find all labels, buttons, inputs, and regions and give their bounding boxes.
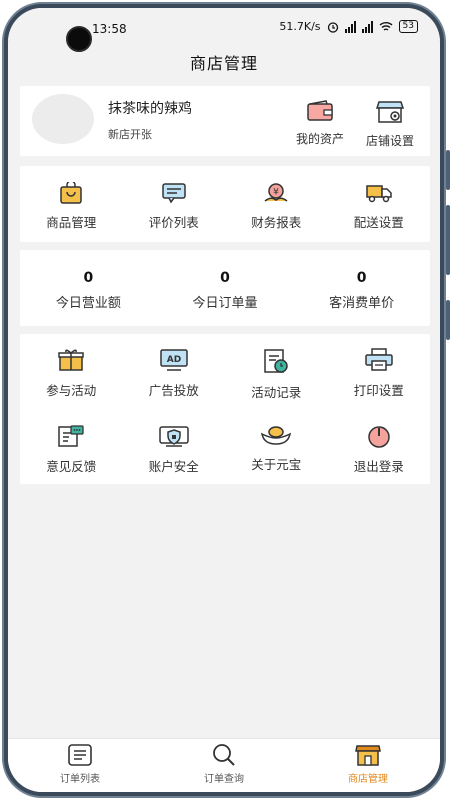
store-settings-button[interactable]: 店铺设置 <box>355 100 425 149</box>
feedback-label: 意见反馈 <box>46 459 97 474</box>
tab-order-list[interactable]: 订单列表 <box>8 739 152 792</box>
feedback-button[interactable]: 意见反馈 <box>20 424 123 490</box>
stat-value: 0 <box>83 270 94 286</box>
tab-order-list-label: 订单列表 <box>59 774 100 785</box>
net-speed: 51.7K/s <box>279 20 321 33</box>
store-card: 抹茶味的辣鸡 新店开张 我的资产 店铺设置 <box>20 86 430 156</box>
goods-management-label: 商品管理 <box>46 215 97 230</box>
activity-records-label: 活动记录 <box>251 385 302 400</box>
printer-icon <box>365 348 393 371</box>
signal-icon <box>344 20 356 33</box>
alarm-icon <box>327 21 339 33</box>
delivery-settings-label: 配送设置 <box>353 215 404 230</box>
order-list-icon <box>68 744 92 766</box>
signal-icon-2 <box>361 20 373 33</box>
join-activity-button[interactable]: 参与活动 <box>20 348 123 414</box>
feedback-icon <box>58 425 84 447</box>
store-status: 新店开张 <box>108 128 152 141</box>
stat-today-revenue: 0 今日营业额 <box>20 250 157 326</box>
stat-unit-price: 0 客消费单价 <box>293 250 430 326</box>
store-name: 抹茶味的辣鸡 <box>108 101 192 117</box>
page-title: 商店管理 <box>189 54 258 73</box>
menu-card: 参与活动 AD 广告投放 活动记录 打印设置 意见反馈 账户安全 关于元宝 退出… <box>20 334 430 484</box>
review-list-label: 评价列表 <box>148 215 199 230</box>
advertising-button[interactable]: AD 广告投放 <box>123 348 226 414</box>
delivery-truck-icon <box>366 185 392 203</box>
stat-label: 今日营业额 <box>55 296 121 311</box>
finance-icon: ¥ <box>264 183 288 202</box>
stats-card: 0 今日营业额 0 今日订单量 0 客消费单价 <box>20 250 430 326</box>
my-assets-button[interactable]: 我的资产 <box>285 100 355 147</box>
ad-icon: AD <box>160 349 188 371</box>
print-settings-button[interactable]: 打印设置 <box>328 348 431 414</box>
advertising-label: 广告投放 <box>148 383 199 398</box>
management-card: 商品管理 评价列表 ¥ 财务报表 配送设置 <box>20 166 430 242</box>
account-security-button[interactable]: 账户安全 <box>123 424 226 490</box>
stat-value: 0 <box>356 270 367 286</box>
logout-label: 退出登录 <box>353 459 404 474</box>
tab-store-management[interactable]: 商店管理 <box>296 739 440 792</box>
tab-store-management-label: 商店管理 <box>347 774 388 785</box>
wallet-icon <box>307 100 333 121</box>
account-security-icon <box>159 426 189 447</box>
status-bar: 13:58 51.7K/s 53 <box>8 8 440 52</box>
logout-button[interactable]: 退出登录 <box>328 424 431 490</box>
phone-mockup: 13:58 51.7K/s 53 商店管理 抹茶味的辣鸡 新店开张 我的资产 店… <box>0 0 450 800</box>
stat-label: 客消费单价 <box>329 296 395 311</box>
join-activity-label: 参与活动 <box>46 383 97 398</box>
page-header: 商店管理 <box>8 40 440 84</box>
activity-records-button[interactable]: 活动记录 <box>225 348 328 414</box>
goods-management-button[interactable]: 商品管理 <box>20 182 123 231</box>
battery-indicator: 53 <box>398 20 418 33</box>
stat-label: 今日订单量 <box>192 296 258 311</box>
svg-text:¥: ¥ <box>273 188 279 198</box>
screen: 13:58 51.7K/s 53 商店管理 抹茶味的辣鸡 新店开张 我的资产 店… <box>8 8 440 792</box>
volume-button <box>446 150 450 190</box>
svg-text:AD: AD <box>167 355 181 365</box>
bottom-navigation: 订单列表 订单查询 商店管理 <box>8 738 440 792</box>
store-settings-label: 店铺设置 <box>365 134 414 148</box>
gift-icon <box>58 349 84 371</box>
search-icon <box>213 744 235 766</box>
about-yuanbao-label: 关于元宝 <box>251 457 302 472</box>
tab-order-search[interactable]: 订单查询 <box>152 739 296 792</box>
account-security-label: 账户安全 <box>148 459 199 474</box>
review-list-button[interactable]: 评价列表 <box>123 182 226 231</box>
status-icons: 51.7K/s 53 <box>279 20 418 33</box>
my-assets-label: 我的资产 <box>295 132 344 146</box>
volume-button-lower <box>446 205 450 275</box>
power-button <box>446 300 450 340</box>
delivery-settings-button[interactable]: 配送设置 <box>328 182 431 231</box>
tab-order-search-label: 订单查询 <box>203 774 244 785</box>
stat-value: 0 <box>220 270 230 286</box>
store-avatar[interactable] <box>32 94 94 144</box>
about-yuanbao-button[interactable]: 关于元宝 <box>225 424 328 490</box>
stat-today-orders: 0 今日订单量 <box>157 250 294 326</box>
store-icon <box>355 745 381 766</box>
shopping-bag-icon <box>60 182 82 204</box>
print-settings-label: 打印设置 <box>353 383 404 398</box>
status-time: 13:58 <box>92 22 127 36</box>
comment-icon <box>162 183 186 204</box>
store-settings-icon <box>376 101 404 123</box>
wifi-icon <box>379 21 393 32</box>
finance-report-button[interactable]: ¥ 财务报表 <box>225 182 328 231</box>
finance-report-label: 财务报表 <box>251 215 302 230</box>
power-icon <box>368 426 390 448</box>
activity-record-icon <box>264 349 288 373</box>
ingot-icon <box>261 426 292 445</box>
